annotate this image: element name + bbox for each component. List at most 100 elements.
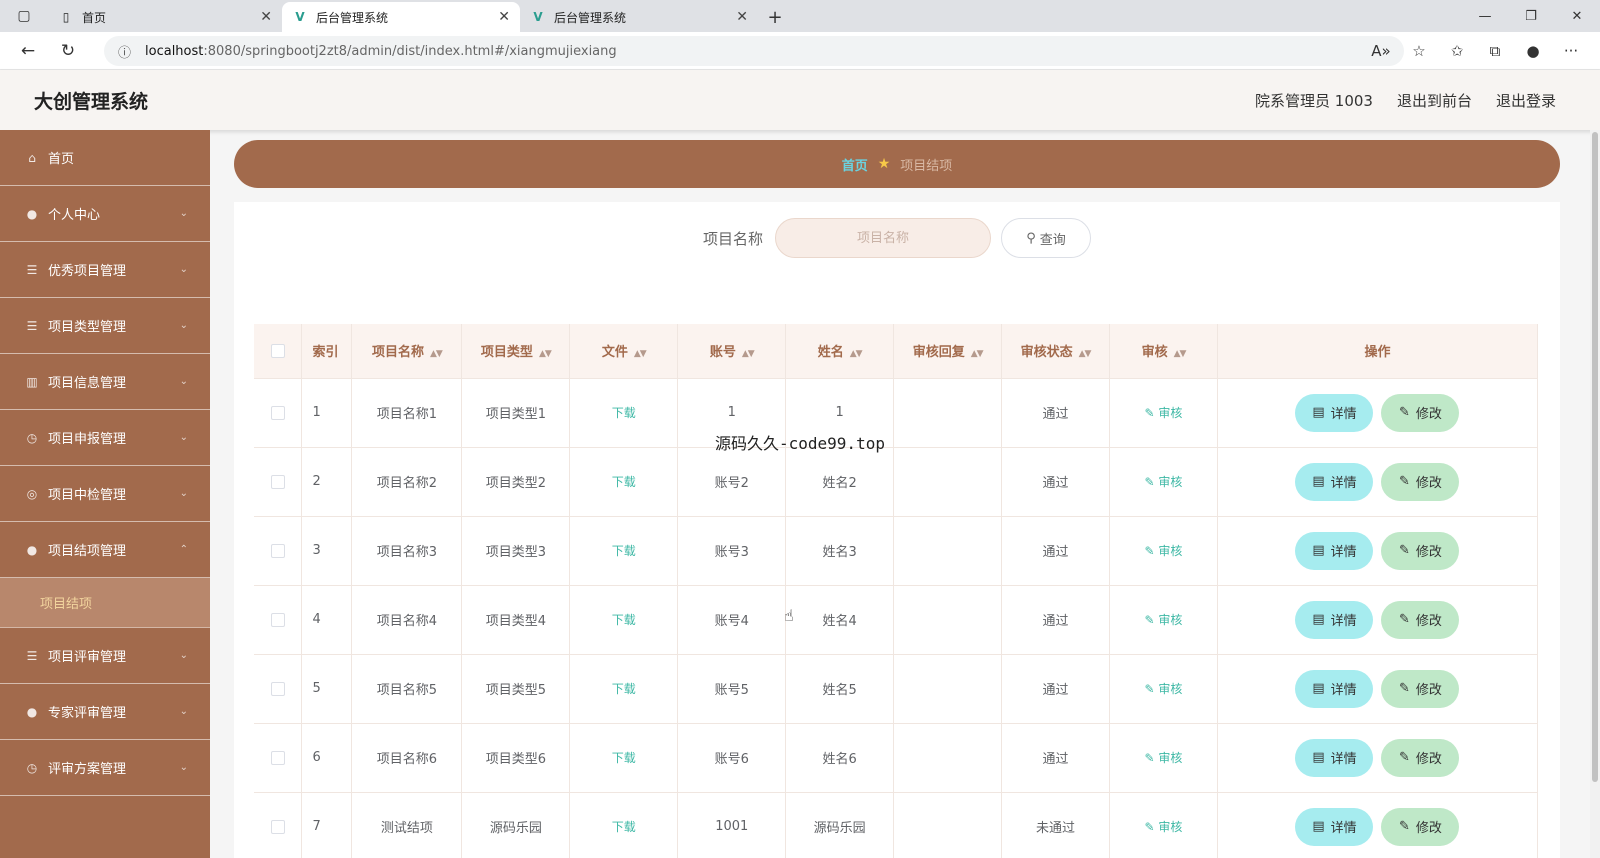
audit-link[interactable]: ✎ 审核 [1145, 406, 1183, 420]
row-checkbox[interactable] [270, 543, 285, 558]
sidebar-item-project-review[interactable]: ☰ 项目评审管理 ⌄ [0, 628, 210, 684]
table-row: 2 项目名称2 项目类型2 下载 账号2 姓名2 通过 ✎ 审核 ▤ 详情 ✎ 修改 [254, 447, 1539, 517]
close-icon[interactable]: ✕ [498, 9, 510, 25]
cell-reply [893, 654, 1003, 724]
favorites-icon[interactable]: ✩ [1438, 42, 1476, 60]
sidebar-item-excellent-projects[interactable]: ☰ 优秀项目管理 ⌄ [0, 242, 210, 298]
browser-tab-home[interactable]: ▯ 首页 ✕ [48, 2, 282, 32]
detail-button[interactable]: ▤ 详情 [1295, 807, 1374, 846]
read-aloud-icon[interactable]: A» [1362, 42, 1400, 60]
restore-icon[interactable]: ❐ [1508, 0, 1554, 32]
sidebar-item-personal-center[interactable]: ● 个人中心 ⌄ [0, 186, 210, 242]
audit-link[interactable]: ✎ 审核 [1145, 475, 1183, 489]
scrollbar-thumb[interactable] [1592, 132, 1598, 782]
detail-button[interactable]: ▤ 详情 [1295, 393, 1374, 432]
col-project-type[interactable]: 项目类型 ▲▼ [461, 324, 571, 379]
cell-index: 7 [301, 792, 353, 858]
detail-button[interactable]: ▤ 详情 [1295, 738, 1374, 777]
row-checkbox[interactable] [270, 681, 285, 696]
col-file[interactable]: 文件 ▲▼ [569, 324, 679, 379]
cell-audit: ✎ 审核 [1109, 654, 1218, 724]
detail-button[interactable]: ▤ 详情 [1295, 600, 1374, 639]
detail-button[interactable]: ▤ 详情 [1295, 531, 1374, 570]
col-actions: 操作 [1217, 324, 1539, 379]
browser-tab-admin[interactable]: V 后台管理系统 ✕ [520, 2, 758, 32]
sidebar-item-label: 项目申报管理 [48, 432, 127, 447]
search-input[interactable] [775, 218, 991, 258]
logout-link[interactable]: 退出登录 [1496, 90, 1556, 111]
audit-link[interactable]: ✎ 审核 [1145, 613, 1183, 627]
collections-icon[interactable]: ⧉ [1476, 42, 1514, 60]
edit-button[interactable]: ✎ 修改 [1381, 462, 1460, 501]
sidebar-item-project-closure[interactable]: ● 项目结项管理 ⌃ [0, 522, 210, 578]
col-label: 项目名称 [371, 345, 424, 361]
tab-actions-icon[interactable]: ▢ [0, 0, 48, 32]
cell-project-name: 项目名称2 [351, 447, 463, 517]
browser-tab-admin-active[interactable]: V 后台管理系统 ✕ [282, 2, 520, 32]
row-checkbox[interactable] [270, 612, 285, 627]
chevron-down-icon: ⌄ [179, 650, 188, 661]
more-icon[interactable]: ··· [1552, 42, 1590, 60]
breadcrumb-home[interactable]: 首页 [842, 155, 868, 174]
clock-icon: ◷ [26, 430, 38, 445]
download-link[interactable]: 下载 [612, 406, 636, 420]
page-scrollbar[interactable] [1590, 130, 1600, 858]
audit-link[interactable]: ✎ 审核 [1145, 682, 1183, 696]
cell-audit: ✎ 审核 [1109, 723, 1218, 793]
row-checkbox[interactable] [270, 750, 285, 765]
col-person[interactable]: 姓名 ▲▼ [785, 324, 895, 379]
col-reply[interactable]: 审核回复 ▲▼ [893, 324, 1003, 379]
url-field[interactable]: ⓘ localhost:8080/springbootj2zt8/admin/d… [104, 36, 1404, 66]
download-link[interactable]: 下载 [612, 751, 636, 765]
sidebar-item-home[interactable]: ⌂ 首页 [0, 130, 210, 186]
window-close-icon[interactable]: ✕ [1554, 0, 1600, 32]
col-project-name[interactable]: 项目名称 ▲▼ [351, 324, 463, 379]
minimize-icon[interactable]: — [1462, 0, 1508, 32]
new-tab-button[interactable]: + [758, 2, 792, 32]
download-link[interactable]: 下载 [612, 613, 636, 627]
col-status[interactable]: 审核状态 ▲▼ [1001, 324, 1111, 379]
close-icon[interactable]: ✕ [260, 9, 272, 25]
row-checkbox[interactable] [270, 474, 285, 489]
detail-button[interactable]: ▤ 详情 [1295, 462, 1374, 501]
edit-button[interactable]: ✎ 修改 [1381, 531, 1460, 570]
audit-label: 审核 [1158, 613, 1183, 627]
edit-button[interactable]: ✎ 修改 [1381, 393, 1460, 432]
sidebar-item-project-types[interactable]: ☰ 项目类型管理 ⌄ [0, 298, 210, 354]
profile-icon[interactable]: ● [1514, 42, 1552, 60]
add-favorite-icon[interactable]: ☆ [1400, 42, 1438, 60]
audit-link[interactable]: ✎ 审核 [1145, 820, 1183, 834]
sidebar-item-expert-review[interactable]: ● 专家评审管理 ⌄ [0, 684, 210, 740]
audit-link[interactable]: ✎ 审核 [1145, 544, 1183, 558]
download-link[interactable]: 下载 [612, 544, 636, 558]
exit-to-front-link[interactable]: 退出到前台 [1397, 90, 1472, 111]
detail-button[interactable]: ▤ 详情 [1295, 669, 1374, 708]
edit-button[interactable]: ✎ 修改 [1381, 600, 1460, 639]
edit-button[interactable]: ✎ 修改 [1381, 807, 1460, 846]
header-actions: 院系管理员 1003 退出到前台 退出登录 [1255, 90, 1556, 111]
edit-button[interactable]: ✎ 修改 [1381, 738, 1460, 777]
edit-button[interactable]: ✎ 修改 [1381, 669, 1460, 708]
search-button[interactable]: ⚲ 查询 [1001, 218, 1091, 258]
url-host: localhost [145, 43, 204, 59]
row-checkbox[interactable] [270, 819, 285, 834]
audit-link[interactable]: ✎ 审核 [1145, 751, 1183, 765]
cell-status: 通过 [1001, 378, 1111, 448]
sidebar-item-project-info[interactable]: ▥ 项目信息管理 ⌄ [0, 354, 210, 410]
download-link[interactable]: 下载 [612, 475, 636, 489]
download-link[interactable]: 下载 [612, 682, 636, 696]
download-link[interactable]: 下载 [612, 820, 636, 834]
cell-project-type: 项目类型2 [461, 447, 571, 517]
close-icon[interactable]: ✕ [736, 9, 748, 25]
sidebar-item-midterm-check[interactable]: ◎ 项目中检管理 ⌄ [0, 466, 210, 522]
col-account[interactable]: 账号 ▲▼ [677, 324, 787, 379]
info-icon[interactable]: ⓘ [118, 42, 131, 61]
sidebar-item-review-plan[interactable]: ◷ 评审方案管理 ⌄ [0, 740, 210, 796]
row-checkbox[interactable] [270, 405, 285, 420]
sidebar-subitem-project-closure[interactable]: 项目结项 [0, 578, 210, 628]
col-audit[interactable]: 审核 ▲▼ [1109, 324, 1218, 379]
reload-icon[interactable]: ↻ [48, 32, 88, 70]
sidebar-item-project-application[interactable]: ◷ 项目申报管理 ⌄ [0, 410, 210, 466]
back-icon[interactable]: ← [8, 32, 48, 70]
select-all-checkbox[interactable] [270, 343, 285, 358]
